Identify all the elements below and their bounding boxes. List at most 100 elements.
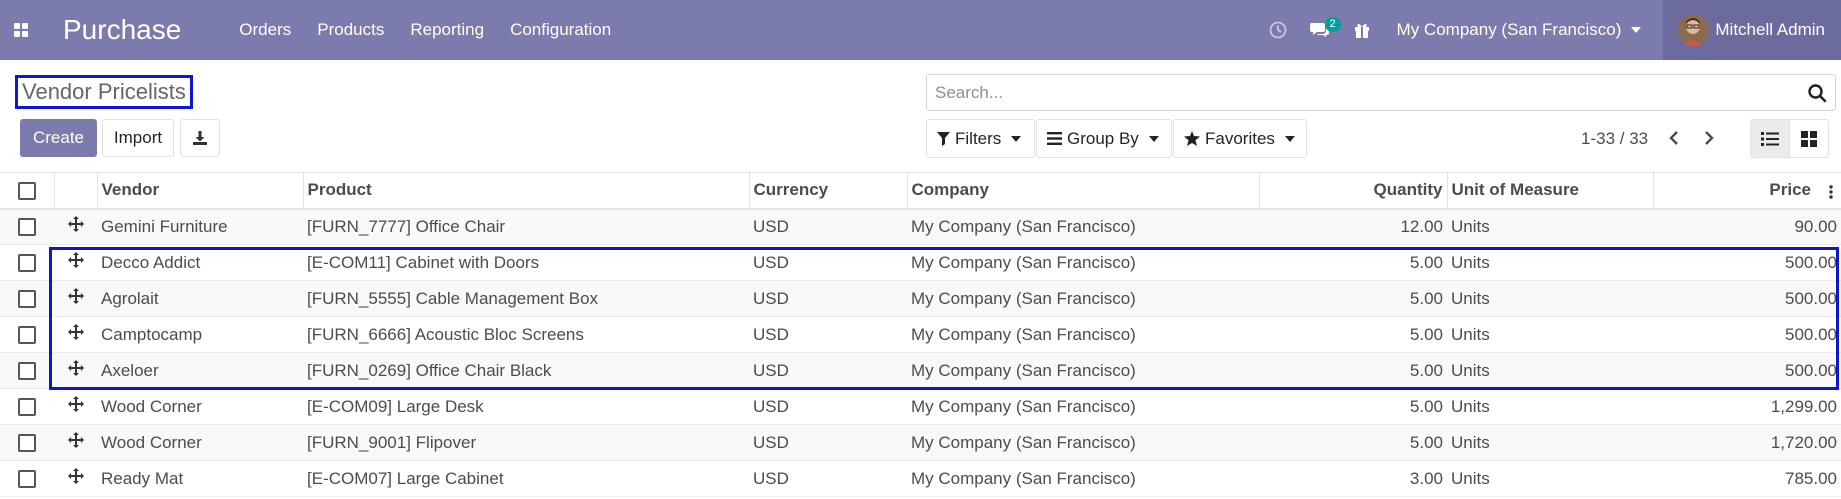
row-checkbox-cell[interactable] [0, 388, 54, 425]
column-header-quantity[interactable]: Quantity [1258, 172, 1447, 210]
column-header-vendor[interactable]: Vendor [96, 172, 303, 210]
cell-price: 500.00 [1653, 316, 1841, 353]
drag-handle[interactable] [54, 388, 97, 425]
menu-products[interactable]: Products [317, 20, 384, 40]
row-checkbox[interactable] [18, 434, 36, 453]
table-row[interactable]: Agrolait [FURN_5555] Cable Management Bo… [0, 280, 1841, 317]
activity-clock-icon[interactable] [1257, 0, 1299, 60]
table-row[interactable]: Axeloer [FURN_0269] Office Chair Black U… [0, 352, 1841, 389]
drag-handle[interactable] [54, 460, 97, 497]
pager-previous-button[interactable] [1662, 126, 1686, 150]
menu-configuration[interactable]: Configuration [510, 20, 611, 40]
cell-vendor: Decco Addict [97, 244, 303, 281]
table-row[interactable]: Decco Addict [E-COM11] Cabinet with Door… [0, 244, 1841, 281]
row-checkbox-cell[interactable] [0, 460, 54, 497]
filters-dropdown[interactable]: Filters [926, 119, 1035, 158]
table-row[interactable]: Gemini Furniture [FURN_7777] Office Chai… [0, 208, 1841, 245]
create-button[interactable]: Create [20, 119, 97, 157]
export-button[interactable] [180, 119, 220, 157]
move-icon[interactable] [67, 468, 84, 484]
cell-vendor: Camptocamp [97, 316, 303, 353]
move-icon[interactable] [67, 252, 84, 268]
drag-handle[interactable] [54, 244, 97, 281]
cell-quantity: 3.00 [1259, 460, 1447, 497]
column-header-price[interactable]: Price [1652, 172, 1841, 210]
row-checkbox[interactable] [18, 398, 36, 417]
vendor-pricelist-table: Vendor Product Currency Company Quantity… [0, 172, 1841, 497]
move-icon[interactable] [67, 288, 84, 304]
optional-columns-icon[interactable] [1829, 184, 1833, 204]
cell-company: My Company (San Francisco) [907, 352, 1259, 389]
move-icon[interactable] [67, 360, 84, 376]
company-name: My Company (San Francisco) [1396, 20, 1622, 39]
chevron-down-icon [1284, 135, 1295, 142]
row-checkbox-cell[interactable] [0, 244, 54, 281]
search-icon[interactable] [1807, 83, 1827, 108]
avatar [1677, 14, 1710, 46]
breadcrumb: Vendor Pricelists [15, 75, 193, 109]
drag-handle[interactable] [54, 316, 97, 353]
row-checkbox[interactable] [18, 290, 36, 309]
menu-reporting[interactable]: Reporting [410, 20, 484, 40]
drag-handle[interactable] [54, 424, 97, 461]
row-checkbox[interactable] [18, 218, 36, 237]
kanban-view-button[interactable] [1789, 119, 1829, 158]
app-title[interactable]: Purchase [63, 14, 181, 46]
table-row[interactable]: Ready Mat [E-COM07] Large Cabinet USD My… [0, 460, 1841, 497]
move-icon[interactable] [67, 432, 84, 448]
table-row[interactable]: Camptocamp [FURN_6666] Acoustic Bloc Scr… [0, 316, 1841, 353]
import-button[interactable]: Import [102, 119, 174, 157]
user-menu[interactable]: Mitchell Admin [1663, 0, 1841, 60]
cell-company: My Company (San Francisco) [907, 280, 1259, 317]
column-header-company[interactable]: Company [906, 172, 1259, 210]
group-by-dropdown[interactable]: Group By [1036, 119, 1172, 158]
cell-quantity: 5.00 [1259, 244, 1447, 281]
apps-menu-icon[interactable] [0, 0, 42, 60]
cell-product: [FURN_7777] Office Chair [303, 208, 749, 245]
table-row[interactable]: Wood Corner [E-COM09] Large Desk USD My … [0, 388, 1841, 425]
column-header-product[interactable]: Product [302, 172, 749, 210]
move-icon[interactable] [67, 324, 84, 340]
handle-column-header [53, 172, 97, 210]
cell-currency: USD [749, 424, 907, 461]
pager-next-button[interactable] [1697, 126, 1721, 150]
list-view-button[interactable] [1750, 119, 1790, 158]
pager-value[interactable]: 1-33 / 33 [1581, 129, 1648, 149]
favorites-dropdown[interactable]: Favorites [1173, 119, 1307, 158]
messages-icon[interactable]: 2 [1299, 0, 1341, 60]
table-row[interactable]: Wood Corner [FURN_9001] Flipover USD My … [0, 424, 1841, 461]
cell-currency: USD [749, 208, 907, 245]
company-switcher[interactable]: My Company (San Francisco) [1383, 0, 1652, 60]
search-input[interactable] [935, 82, 1785, 103]
row-checkbox-cell[interactable] [0, 316, 54, 353]
row-checkbox[interactable] [18, 362, 36, 381]
select-all-checkbox-cell[interactable] [0, 172, 54, 210]
group-by-label: Group By [1067, 128, 1139, 148]
column-header-currency[interactable]: Currency [748, 172, 907, 210]
row-checkbox-cell[interactable] [0, 280, 54, 317]
drag-handle[interactable] [54, 280, 97, 317]
row-checkbox[interactable] [18, 470, 36, 489]
cell-price: 90.00 [1653, 208, 1841, 245]
row-checkbox[interactable] [18, 254, 36, 273]
cell-unit-of-measure: Units [1447, 352, 1653, 389]
cell-company: My Company (San Francisco) [907, 244, 1259, 281]
search-bar[interactable] [926, 74, 1836, 111]
row-checkbox-cell[interactable] [0, 424, 54, 461]
row-checkbox-cell[interactable] [0, 352, 54, 389]
cell-currency: USD [749, 388, 907, 425]
row-checkbox-cell[interactable] [0, 208, 54, 245]
column-header-unit-of-measure[interactable]: Unit of Measure [1446, 172, 1653, 210]
row-checkbox[interactable] [18, 326, 36, 345]
menu-orders[interactable]: Orders [239, 20, 291, 40]
cell-product: [FURN_0269] Office Chair Black [303, 352, 749, 389]
drag-handle[interactable] [54, 208, 97, 245]
move-icon[interactable] [67, 216, 84, 233]
move-icon[interactable] [67, 396, 84, 412]
select-all-checkbox[interactable] [17, 181, 36, 200]
cell-vendor: Ready Mat [97, 460, 303, 497]
cell-product: [FURN_5555] Cable Management Box [303, 280, 749, 317]
drag-handle[interactable] [54, 352, 97, 389]
gift-icon[interactable] [1341, 0, 1383, 60]
chevron-down-icon [1631, 27, 1642, 33]
